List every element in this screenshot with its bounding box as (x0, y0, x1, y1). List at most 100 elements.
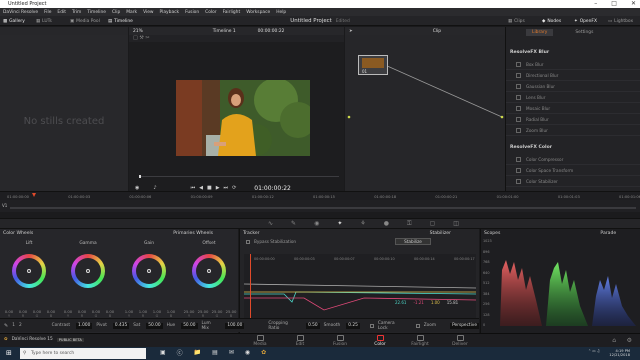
taskbar-search[interactable]: ⚲ Type here to search (20, 348, 146, 359)
zoom-level[interactable]: 21% (133, 29, 143, 34)
viewer-scrubber[interactable] (129, 175, 344, 178)
page-color[interactable]: Color (360, 335, 400, 347)
node-mode[interactable]: Clip (433, 29, 441, 34)
fx-item[interactable]: Lens Blur (506, 92, 640, 103)
scope-mode[interactable]: Parade (600, 231, 616, 236)
tracker-param-value[interactable]: 0.50 (306, 322, 320, 329)
fx-item[interactable]: Radial Blur (506, 114, 640, 125)
wheel-dial[interactable] (12, 254, 46, 288)
bypass-checkbox[interactable] (246, 239, 250, 244)
menu-item[interactable]: View (143, 10, 153, 15)
toolbar-nodes[interactable]: ◆ Nodes (542, 17, 561, 25)
adjust-value[interactable]: 0.435 (112, 322, 130, 329)
menu-item[interactable]: Timeline (87, 10, 106, 15)
wheel-dial[interactable] (132, 254, 166, 288)
magic-mask-icon[interactable]: ⚘ (360, 220, 365, 227)
window-icon[interactable]: ◉ (314, 220, 319, 227)
fx-item[interactable]: Gaussian Blur (506, 81, 640, 92)
adjust-value[interactable]: 1.000 (76, 322, 93, 329)
fx-item[interactable]: Color Compressor (506, 154, 640, 165)
menu-item[interactable]: File (44, 10, 51, 15)
clock[interactable]: 4:19 PM 12/21/2018 (596, 349, 630, 357)
edge-icon[interactable]: ⓒ (177, 348, 183, 357)
menu-item[interactable]: Color (205, 10, 216, 15)
toolbar-lightbox[interactable]: ▭ Lightbox (608, 17, 633, 25)
page-fairlight[interactable]: Fairlight (400, 335, 440, 347)
resolve-taskbar-icon[interactable]: ✿ (261, 349, 266, 356)
tracker-mode-select[interactable]: Perspective (450, 322, 479, 329)
menu-item[interactable]: Edit (57, 10, 66, 15)
pointer-icon[interactable]: ➤ (349, 29, 353, 34)
windows-start-icon[interactable]: ⊞ (6, 349, 12, 357)
timeline-name[interactable]: Timeline 1 (213, 29, 236, 34)
timeline-clip[interactable] (10, 207, 636, 209)
store-icon[interactable]: ▤ (212, 349, 218, 356)
fx-item[interactable]: Mosaic Blur (506, 103, 640, 114)
blur-icon[interactable]: ● (384, 220, 389, 227)
menu-item[interactable]: Fairlight (223, 10, 241, 15)
toolbar-clips[interactable]: ▦ Clips (508, 17, 525, 25)
fx-item[interactable]: Box Blur (506, 59, 640, 70)
maximize-icon[interactable]: □ (611, 0, 617, 7)
nodes-icon: ◆ (542, 18, 546, 24)
menu-item[interactable]: Playback (160, 10, 180, 15)
playhead-icon[interactable] (32, 193, 36, 197)
home-icon[interactable]: ⌂ (612, 337, 616, 344)
sizing-icon[interactable]: ▢ (430, 220, 436, 227)
menu-item[interactable]: Workspace (246, 10, 270, 15)
color-wheel-lift[interactable]: Lift 0.00 0.00 0.00 0.00 Y R G B (0, 237, 58, 318)
3d-icon[interactable]: ◫ (453, 220, 459, 227)
minimize-icon[interactable]: – (594, 0, 597, 7)
tab-library[interactable]: Library (526, 28, 554, 36)
page-2-icon[interactable]: 2 (19, 323, 22, 328)
fx-item[interactable]: Directional Blur (506, 70, 640, 81)
file-explorer-icon[interactable]: 📁 (194, 349, 201, 356)
menu-item[interactable]: Trim (72, 10, 81, 15)
adjust-value[interactable]: 50.00 (146, 322, 163, 329)
timeline-ruler[interactable]: 01:00:00:00 01:00:00:03 01:00:00:06 01:00:0… (0, 191, 640, 200)
viewer-tool-icon[interactable]: □ ⚒ ✂ (133, 35, 150, 41)
mail-icon[interactable]: ✉ (229, 349, 234, 356)
page-1-icon[interactable]: 1 (12, 323, 15, 328)
fx-item[interactable]: Color Space Transform (506, 165, 640, 176)
settings-icon[interactable]: ⚙ (627, 337, 632, 344)
menu-item[interactable]: Fusion (185, 10, 199, 15)
tracker-checkbox[interactable] (415, 323, 420, 328)
tracker-playhead[interactable] (250, 254, 251, 322)
menu-item[interactable]: Mark (126, 10, 137, 15)
wheel-dial[interactable] (192, 254, 226, 288)
adjust-value[interactable]: 50.00 (181, 322, 198, 329)
tracker-graph[interactable]: 00:00:00:00 00:00:00:03 00:00:00:07 00:00:0… (244, 254, 484, 324)
adjust-value[interactable]: 100.00 (225, 322, 245, 329)
page-fusion[interactable]: Fusion (320, 335, 360, 347)
menu-item[interactable]: Clip (112, 10, 120, 15)
qualifier-icon[interactable]: ✎ (291, 220, 296, 227)
wheel-mode[interactable]: Primaries Wheels (173, 231, 213, 236)
tab-settings[interactable]: Settings (575, 30, 593, 35)
color-wheel-offset[interactable]: Offset 25.00 25.00 25.00 25.00 Y R G B (180, 237, 238, 318)
color-picker-icon[interactable]: ✎ (4, 323, 8, 329)
page-media[interactable]: Media (240, 335, 280, 347)
fx-item[interactable]: Zoom Blur (506, 125, 640, 136)
key-icon[interactable]: ⚿ (407, 220, 412, 228)
close-icon[interactable]: ✕ (631, 0, 636, 7)
color-wheel-gain[interactable]: Gain 1.00 1.00 1.00 1.00 Y R G B (120, 237, 178, 318)
wheel-dial[interactable] (71, 254, 105, 288)
color-wheel-gamma[interactable]: Gamma 0.00 0.00 0.00 0.00 Y R G B (59, 237, 117, 318)
chrome-icon[interactable]: ◉ (245, 349, 250, 356)
task-view-icon[interactable]: ▣ (160, 349, 166, 356)
page-deliver[interactable]: Deliver (440, 335, 480, 347)
toolbar-openfx[interactable]: ✦ OpenFX (574, 17, 597, 25)
page-edit[interactable]: Edit (280, 335, 320, 347)
color-node[interactable]: 01 (358, 55, 388, 75)
tracker-icon[interactable]: ✦ (337, 220, 342, 227)
menu-item[interactable]: DaVinci Resolve (3, 10, 38, 15)
stabilize-button[interactable]: Stabilize (395, 238, 431, 245)
fx-item[interactable]: Color Stabilizer (506, 176, 640, 187)
tracker-param-value[interactable]: 0.25 (346, 322, 360, 329)
curves-icon[interactable]: ∿ (268, 220, 273, 227)
tracker-mode[interactable]: Stabilizer (430, 231, 451, 236)
system-tray[interactable]: ⌃ ▭ ♫ (560, 349, 600, 353)
menu-item[interactable]: Help (276, 10, 286, 15)
tracker-checkbox[interactable] (369, 323, 374, 328)
